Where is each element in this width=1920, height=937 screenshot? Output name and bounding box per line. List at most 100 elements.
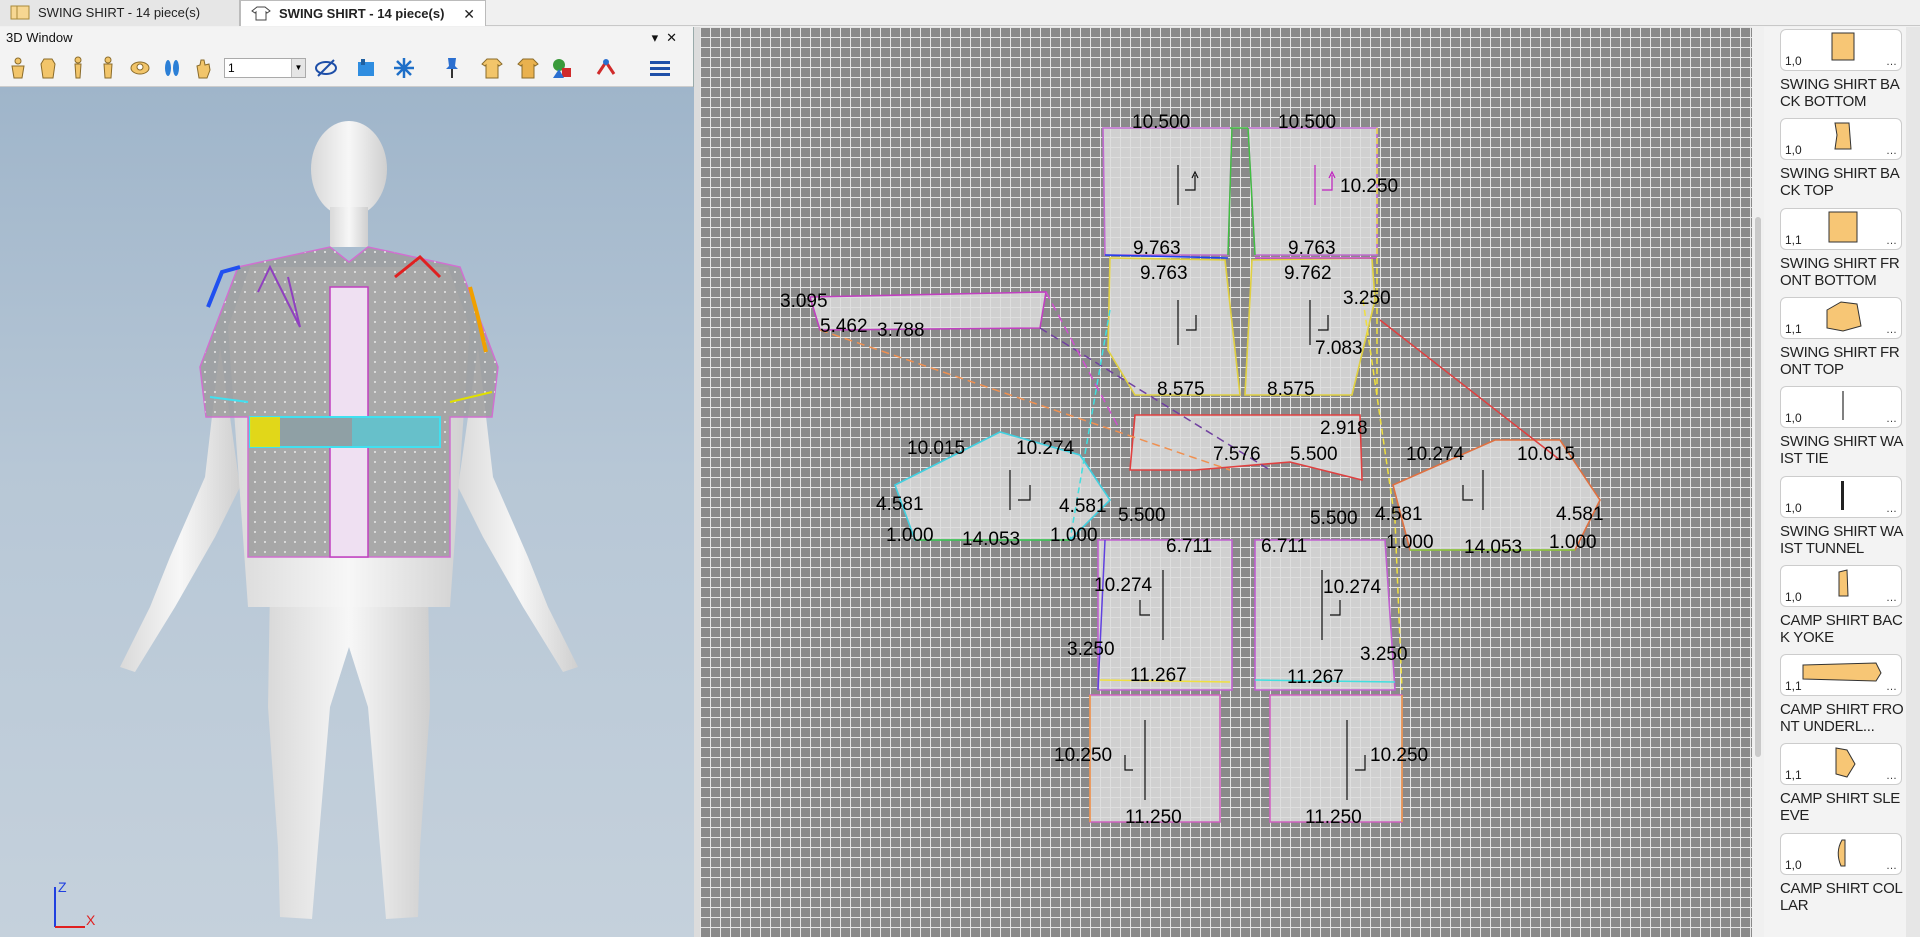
piece-thumbnail[interactable]: 1,1 … <box>1780 208 1902 250</box>
library-item[interactable]: 1,1 … SWING SHIRT FRONT BOTTOM <box>1780 208 1905 289</box>
avatar-side-icon[interactable] <box>66 56 90 80</box>
more-icon[interactable]: … <box>1886 503 1897 515</box>
piece-thumbnail[interactable]: 1,0 … <box>1780 833 1902 875</box>
piece-name: SWING SHIRT WAIST TUNNEL <box>1780 523 1904 557</box>
measure-label: 11.250 <box>1305 807 1362 828</box>
avatar-head-icon[interactable] <box>128 56 152 80</box>
pin-icon[interactable] <box>440 56 464 80</box>
pattern-file-icon <box>10 5 30 20</box>
piece-thumbnail[interactable]: 1,0 … <box>1780 565 1902 607</box>
more-icon[interactable]: … <box>1886 592 1897 604</box>
measure-label: 10.015 <box>907 438 965 459</box>
measure-label: 11.267 <box>1130 665 1187 686</box>
more-icon[interactable]: … <box>1886 770 1897 782</box>
hand-icon[interactable] <box>192 56 216 80</box>
measure-label: 7.083 <box>1315 338 1363 359</box>
measure-label: 9.763 <box>1288 238 1336 259</box>
measure-label: 14.053 <box>962 529 1020 550</box>
pattern-scrollbar[interactable] <box>1752 27 1764 937</box>
piece-name: CAMP SHIRT FRONT UNDERL... <box>1780 701 1904 735</box>
piece-name: SWING SHIRT BACK TOP <box>1780 165 1900 199</box>
color-shapes-icon[interactable] <box>550 56 574 80</box>
more-icon[interactable]: … <box>1886 324 1897 336</box>
tab-swing-shirt-inactive[interactable]: SWING SHIRT - 14 piece(s) <box>0 0 240 26</box>
library-item[interactable]: 1,0 … SWING SHIRT WAIST TUNNEL <box>1780 476 1905 557</box>
axis-z-label: Z <box>58 879 67 895</box>
more-icon[interactable]: … <box>1886 413 1897 425</box>
library-item[interactable]: 1,1 … CAMP SHIRT FRONT UNDERL... <box>1780 654 1905 735</box>
measure-label: 4.581 <box>1059 496 1107 517</box>
piece-back-top-left <box>1102 127 1233 256</box>
measure-label: 4.581 <box>1556 504 1604 525</box>
measure-label: 10.250 <box>1054 745 1112 766</box>
measure-label: 10.274 <box>1406 444 1465 465</box>
library-item[interactable]: 1,0 … SWING SHIRT WAIST TIE <box>1780 386 1905 467</box>
dropdown-icon[interactable]: ▾ <box>652 30 667 45</box>
more-icon[interactable]: … <box>1886 56 1897 68</box>
library-item[interactable]: 1,0 … CAMP SHIRT COLLAR <box>1780 833 1905 914</box>
piece-name: SWING SHIRT FRONT BOTTOM <box>1780 255 1900 289</box>
axis-x-label: X <box>86 912 96 928</box>
document-tabbar: SWING SHIRT - 14 piece(s) SWING SHIRT - … <box>0 0 1920 26</box>
3d-viewport[interactable]: Z X <box>0 87 694 937</box>
piece-library-panel: 1,0 … SWING SHIRT BACK BOTTOM 1,0 … SWIN… <box>1764 27 1920 937</box>
piece-thumbnail[interactable]: 1,0 … <box>1780 476 1902 518</box>
tab-swing-shirt-active[interactable]: SWING SHIRT - 14 piece(s) ✕ <box>240 0 486 26</box>
library-item[interactable]: 1,1 … CAMP SHIRT SLEEVE <box>1780 743 1905 824</box>
garment-front-icon[interactable] <box>480 56 504 80</box>
piece-version: 1,0 <box>1785 143 1802 157</box>
garment-back-icon[interactable] <box>516 56 540 80</box>
avatar-back-icon[interactable] <box>96 56 120 80</box>
library-item[interactable]: 1,1 … SWING SHIRT FRONT TOP <box>1780 297 1905 378</box>
piece-version: 1,0 <box>1785 858 1802 872</box>
freeze-icon[interactable] <box>392 56 416 80</box>
measure-label: 11.267 <box>1287 667 1344 688</box>
measure-label: 5.462 <box>820 316 868 337</box>
more-icon[interactable]: … <box>1886 681 1897 693</box>
piece-thumbnail[interactable]: 1,1 … <box>1780 654 1902 696</box>
piece-name: CAMP SHIRT COLLAR <box>1780 880 1903 914</box>
piece-version: 1,0 <box>1785 590 1802 604</box>
measure-label: 10.015 <box>1517 444 1575 465</box>
measure-label: 10.500 <box>1278 112 1336 133</box>
menu-icon[interactable] <box>648 56 672 80</box>
library-item[interactable]: 1,0 … SWING SHIRT BACK BOTTOM <box>1780 29 1905 110</box>
avatar-head <box>311 121 387 217</box>
piece-name: CAMP SHIRT SLEEVE <box>1780 790 1901 824</box>
measure-label: 10.250 <box>1340 176 1398 197</box>
chevron-down-icon[interactable]: ▼ <box>291 59 305 77</box>
feet-icon[interactable] <box>160 56 184 80</box>
close-icon[interactable]: ✕ <box>666 30 685 45</box>
measure-label: 14.053 <box>1464 537 1522 558</box>
measure-icon[interactable] <box>354 56 378 80</box>
more-icon[interactable]: … <box>1886 235 1897 247</box>
library-item[interactable]: 1,0 … CAMP SHIRT BACK YOKE <box>1780 565 1905 646</box>
axis-indicator: Z X <box>54 879 96 928</box>
measure-label: 3.250 <box>1360 644 1408 665</box>
piece-name: CAMP SHIRT BACK YOKE <box>1780 612 1903 646</box>
piece-thumbnail[interactable]: 1,1 … <box>1780 297 1902 339</box>
piece-thumbnail[interactable]: 1,1 … <box>1780 743 1902 785</box>
measure-label: 6.711 <box>1261 536 1307 557</box>
avatar-torso-icon[interactable] <box>36 56 60 80</box>
piece-thumbnail[interactable]: 1,0 … <box>1780 29 1902 71</box>
library-scrollbar[interactable] <box>1906 27 1920 937</box>
2d-pattern-window[interactable]: 10.500 10.500 10.250 9.763 9.763 9.763 9… <box>700 27 1752 937</box>
more-icon[interactable]: … <box>1886 860 1897 872</box>
scrollbar-thumb[interactable] <box>1755 217 1761 757</box>
stitch-tool-icon[interactable] <box>594 56 618 80</box>
more-icon[interactable]: … <box>1886 145 1897 157</box>
close-icon[interactable]: ✕ <box>463 1 475 27</box>
piece-thumbnail[interactable]: 1,0 … <box>1780 386 1902 428</box>
layer-select[interactable]: 1 ▼ <box>224 58 306 78</box>
library-item[interactable]: 1,0 … SWING SHIRT BACK TOP <box>1780 118 1905 199</box>
tab-label: SWING SHIRT - 14 piece(s) <box>38 5 201 20</box>
measure-label: 1.000 <box>886 525 934 546</box>
measure-label: 10.274 <box>1094 575 1153 596</box>
avatar-full-body-icon[interactable] <box>6 56 30 80</box>
avatar-render: Z X <box>54 121 578 928</box>
piece-version: 1,0 <box>1785 411 1802 425</box>
display-mode-icon[interactable] <box>314 56 338 80</box>
measure-label: 4.581 <box>1375 504 1423 525</box>
piece-thumbnail[interactable]: 1,0 … <box>1780 118 1902 160</box>
